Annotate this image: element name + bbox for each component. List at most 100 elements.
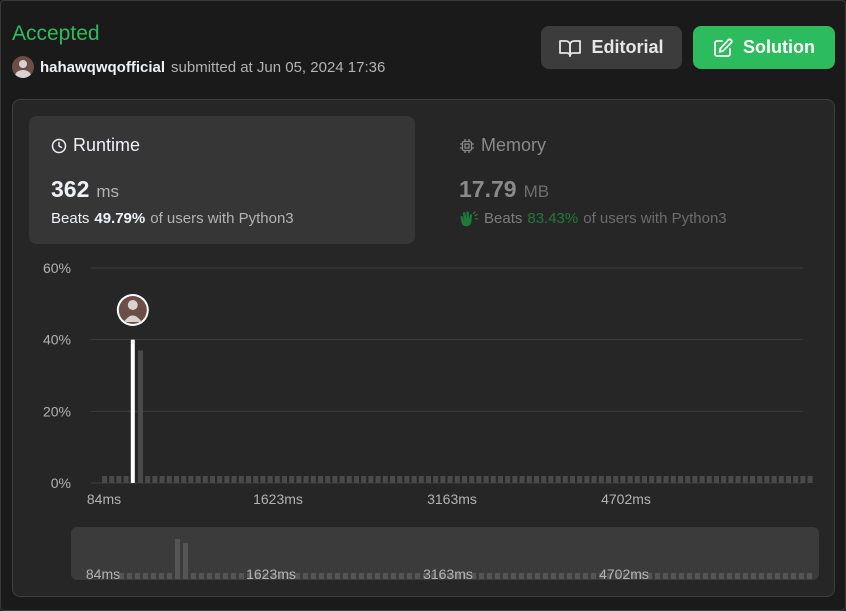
distribution-bar — [382, 476, 388, 483]
distribution-bar — [188, 476, 194, 483]
distribution-bar — [166, 476, 172, 483]
overview-bar — [479, 573, 484, 579]
overview-bar — [207, 573, 212, 579]
overview-bar — [591, 573, 596, 579]
overview-bar — [519, 573, 524, 579]
distribution-bar — [714, 476, 719, 483]
distribution-bar — [426, 476, 431, 483]
overview-bar — [799, 573, 804, 579]
distribution-bar — [706, 476, 712, 483]
y-tick-label: 60% — [43, 260, 71, 276]
distribution-bar — [253, 476, 259, 483]
distribution-bar — [742, 476, 748, 483]
distribution-bar — [750, 476, 755, 483]
username-link[interactable]: hahawqwqofficial — [40, 59, 165, 76]
overview-bar — [383, 573, 388, 579]
overview-bar — [391, 573, 396, 579]
overview-bar — [751, 573, 756, 579]
distribution-bar — [202, 476, 208, 483]
overview-x-tick-label: 84ms — [86, 566, 120, 580]
overview-bar — [567, 573, 572, 579]
distribution-bar — [159, 476, 165, 483]
distribution-bar — [440, 476, 446, 483]
distribution-bar — [670, 476, 676, 483]
distribution-bar — [418, 476, 424, 483]
overview-bar — [679, 573, 684, 579]
overview-bar — [767, 573, 772, 579]
user-avatar[interactable] — [12, 56, 34, 78]
overview-bar — [239, 573, 244, 579]
overview-bar — [543, 573, 548, 579]
selected-runtime-bar — [130, 339, 135, 483]
overview-bar — [503, 573, 508, 579]
distribution-bar — [541, 476, 547, 483]
distribution-bar — [476, 476, 482, 483]
overview-bar — [159, 573, 164, 579]
distribution-bar — [642, 476, 647, 483]
runtime-distribution-chart[interactable]: 60% 40% 20% 0% 84ms 1623ms 3163ms 4702ms — [13, 100, 834, 520]
overview-bar — [527, 573, 532, 579]
distribution-bar — [296, 476, 302, 483]
distribution-bar — [606, 476, 611, 483]
overview-bar — [775, 573, 780, 579]
distribution-bar — [519, 476, 525, 483]
distribution-bar — [102, 476, 107, 483]
distribution-bar — [778, 476, 784, 483]
distribution-bar — [786, 476, 791, 483]
overview-bar — [719, 573, 724, 579]
distribution-bar — [807, 476, 813, 483]
distribution-bar — [411, 476, 417, 483]
overview-bar — [743, 573, 748, 579]
overview-x-tick-label: 4702ms — [599, 566, 649, 580]
overview-bar — [703, 573, 708, 579]
overview-bar — [575, 573, 580, 579]
overview-bar — [151, 573, 156, 579]
overview-bar — [399, 573, 404, 579]
distribution-bar — [346, 476, 352, 483]
user-position-avatar — [116, 294, 149, 326]
distribution-bar — [282, 476, 287, 483]
distribution-bar — [138, 350, 143, 483]
overview-bar — [375, 573, 380, 579]
submitted-time: submitted at Jun 05, 2024 17:36 — [171, 58, 386, 76]
submission-result-panel: Accepted hahawqwqofficial submitted at J… — [0, 0, 846, 611]
distribution-bar — [771, 476, 777, 483]
distribution-bar — [210, 476, 215, 483]
y-tick-label: 0% — [51, 475, 71, 491]
distribution-bar — [728, 476, 734, 483]
solution-label: Solution — [743, 37, 815, 57]
distribution-bar — [231, 476, 237, 483]
distribution-bar — [195, 476, 201, 483]
distribution-bar — [570, 476, 575, 483]
distribution-bar — [303, 476, 309, 483]
distribution-bar — [174, 476, 179, 483]
distribution-bar — [433, 476, 439, 483]
distribution-bar — [692, 476, 698, 483]
distribution-bar — [339, 476, 345, 483]
distribution-bar — [577, 476, 583, 483]
distribution-bar — [354, 476, 359, 483]
editorial-button[interactable]: Editorial — [541, 26, 682, 69]
distribution-bar — [562, 476, 568, 483]
overview-bar — [127, 573, 132, 579]
x-tick-label: 4702ms — [601, 491, 651, 507]
overview-bar — [175, 539, 180, 579]
distribution-bar — [152, 476, 158, 483]
distribution-bar — [404, 476, 410, 483]
distribution-bar — [685, 476, 691, 483]
distribution-bar — [267, 476, 273, 483]
distribution-bar — [109, 476, 115, 483]
overview-bar — [807, 573, 812, 579]
runtime-overview-brush[interactable]: 84ms 1623ms 3163ms 4702ms — [71, 527, 819, 582]
y-tick-label: 40% — [43, 332, 71, 348]
overview-bar — [191, 573, 196, 579]
distribution-bar — [238, 476, 244, 483]
overview-bar — [511, 573, 516, 579]
distribution-bar — [555, 476, 561, 483]
overview-bar — [551, 573, 556, 579]
solution-button[interactable]: Solution — [693, 26, 835, 69]
distribution-bar — [699, 476, 705, 483]
overview-bar — [135, 573, 140, 579]
overview-x-tick-label: 1623ms — [246, 566, 296, 580]
overview-bar — [343, 573, 348, 579]
